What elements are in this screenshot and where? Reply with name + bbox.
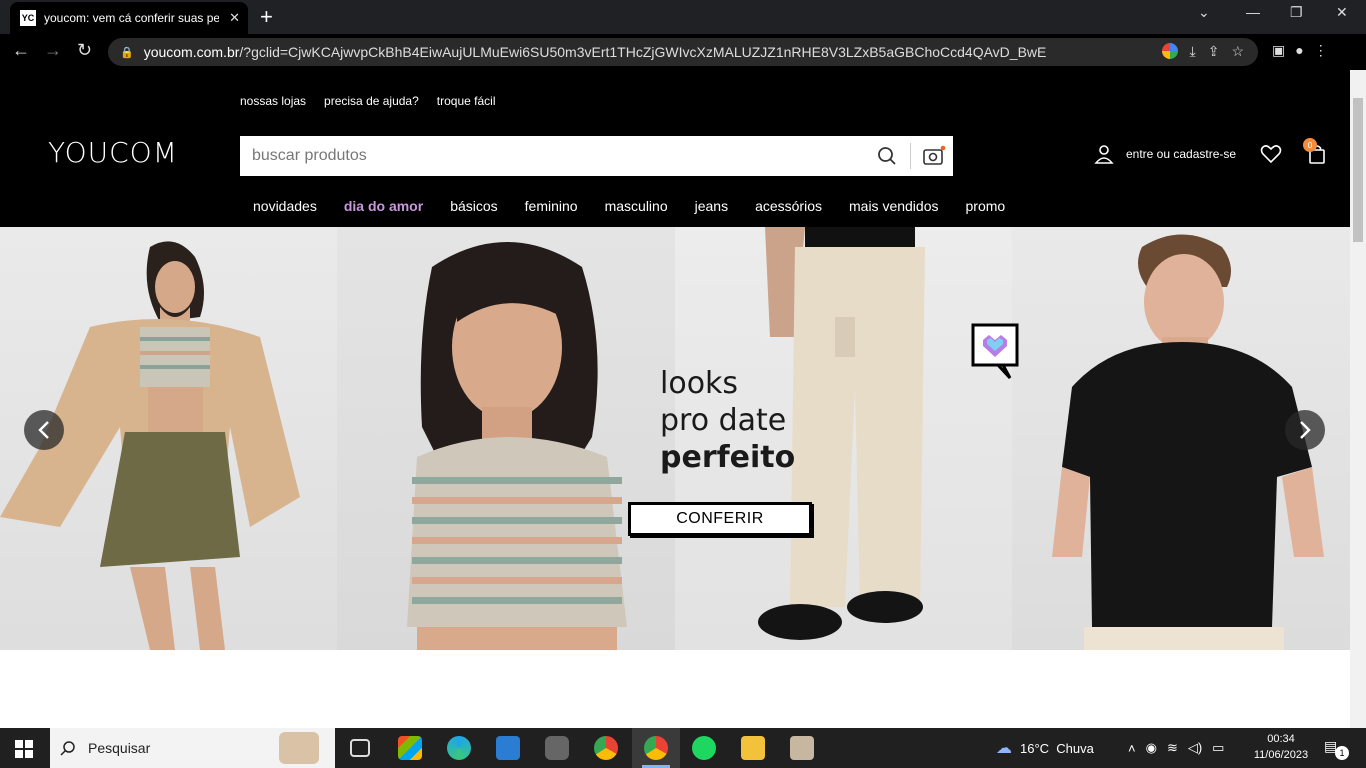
- category-jeans[interactable]: jeans: [695, 198, 728, 214]
- youcom-logo[interactable]: YOUCOM: [48, 136, 178, 169]
- account-link[interactable]: entre ou cadastre-se: [1126, 147, 1236, 161]
- site-favicon: YC: [20, 10, 36, 26]
- conferir-button[interactable]: CONFERIR: [628, 502, 812, 536]
- task-view-icon[interactable]: [350, 739, 370, 757]
- mail-icon[interactable]: [496, 736, 520, 760]
- chevron-right-icon: [1300, 421, 1311, 439]
- category-feminino[interactable]: feminino: [525, 198, 578, 214]
- edge-icon[interactable]: [447, 736, 471, 760]
- url-path: /?gclid=CjwKCAjwvpCkBhB4EiwAujULMuEwi6SU…: [239, 44, 1047, 60]
- volume-icon[interactable]: ◁): [1188, 740, 1202, 756]
- system-tray: ˄ ◉ ≋ ◁) ▭: [1128, 728, 1224, 768]
- chrome-icon[interactable]: [594, 736, 618, 760]
- search-bar: [240, 136, 953, 176]
- browser-menu-icon[interactable]: ⋮: [1314, 42, 1328, 59]
- category-acessorios[interactable]: acessórios: [755, 198, 822, 214]
- search-icon: [60, 741, 75, 756]
- category-dia-do-amor[interactable]: dia do amor: [344, 198, 423, 214]
- visual-search-camera-icon[interactable]: [915, 145, 953, 167]
- carousel-next-button[interactable]: [1285, 410, 1325, 450]
- weather-text: 16°C Chuva: [1020, 740, 1094, 756]
- taskbar-search-label: Pesquisar: [88, 740, 151, 756]
- lock-icon[interactable]: 🔒: [120, 46, 134, 59]
- battery-icon[interactable]: ▭: [1212, 740, 1224, 756]
- close-tab-icon[interactable]: ✕: [229, 10, 240, 26]
- close-window-icon[interactable]: ✕: [1336, 4, 1348, 21]
- clock-time: 00:34: [1267, 733, 1295, 745]
- clock-date: 11/06/2023: [1253, 749, 1309, 761]
- nav-link-help[interactable]: precisa de ajuda?: [324, 94, 419, 108]
- bookmark-star-icon[interactable]: ☆: [1231, 43, 1244, 60]
- back-icon[interactable]: ←: [12, 40, 30, 61]
- category-mais-vendidos[interactable]: mais vendidos: [849, 198, 939, 214]
- forward-icon[interactable]: →: [44, 40, 62, 61]
- chevron-up-icon[interactable]: ˄: [1128, 741, 1136, 756]
- carousel-prev-button[interactable]: [24, 410, 64, 450]
- share-icon[interactable]: ⇪: [1208, 43, 1220, 60]
- category-masculino[interactable]: masculino: [605, 198, 668, 214]
- url-text: youcom.com.br/?gclid=CjwKCAjwvpCkBhB4Eiw…: [144, 44, 1047, 60]
- side-panel-icon[interactable]: ▣: [1272, 42, 1285, 59]
- headline-line-2: pro date: [660, 403, 787, 438]
- spotify-icon[interactable]: [692, 736, 716, 760]
- headline-line-3: perfeito: [660, 440, 796, 475]
- utility-nav: nossas lojas precisa de ajuda? troque fá…: [240, 94, 495, 108]
- notification-count-badge: 1: [1335, 746, 1349, 760]
- search-input[interactable]: [240, 136, 868, 176]
- microsoft-store-icon[interactable]: [398, 736, 422, 760]
- windows-start-icon[interactable]: [15, 740, 33, 758]
- model-photo-2: [337, 227, 675, 650]
- restore-icon[interactable]: ❐: [1290, 4, 1303, 21]
- category-promo[interactable]: promo: [966, 198, 1006, 214]
- minimize-icon[interactable]: —: [1246, 4, 1260, 20]
- meet-now-icon[interactable]: ◉: [1146, 740, 1157, 756]
- browser-toolbar: ← → ↻ 🔒 youcom.com.br/?gclid=CjwKCAjwvpC…: [0, 34, 1366, 70]
- file-explorer-icon[interactable]: [741, 736, 765, 760]
- game-app-icon[interactable]: [790, 736, 814, 760]
- browser-tab-strip: YC youcom: vem cá conferir suas pe ✕ + ⌄…: [0, 0, 1366, 34]
- headline-line-1: looks: [660, 366, 739, 401]
- scrollbar-thumb[interactable]: [1353, 98, 1363, 242]
- new-tab-icon[interactable]: +: [260, 4, 273, 30]
- category-nav: novidades dia do amor básicos feminino m…: [253, 198, 1005, 214]
- wishlist-heart-icon[interactable]: [1260, 144, 1282, 164]
- wifi-icon[interactable]: ≋: [1167, 740, 1178, 756]
- install-icon[interactable]: ⤓: [1190, 43, 1196, 60]
- weather-widget[interactable]: ☁ 16°C Chuva: [996, 728, 1094, 768]
- address-bar[interactable]: 🔒 youcom.com.br/?gclid=CjwKCAjwvpCkBhB4E…: [108, 38, 1258, 66]
- nav-link-exchange[interactable]: troque fácil: [437, 94, 496, 108]
- windows-taskbar: Pesquisar ☁ 16°C Chuva ˄ ◉ ≋ ◁) ▭ 00:34 …: [0, 728, 1366, 768]
- tab-title: youcom: vem cá conferir suas pe: [44, 11, 219, 25]
- site-header: nossas lojas precisa de ajuda? troque fá…: [0, 70, 1350, 227]
- hero-banner[interactable]: looks pro date perfeito CONFERIR: [0, 227, 1350, 650]
- taskbar-search[interactable]: Pesquisar: [50, 728, 335, 768]
- nav-link-stores[interactable]: nossas lojas: [240, 94, 306, 108]
- search-divider: [910, 143, 911, 169]
- clock[interactable]: 00:34 11/06/2023: [1252, 731, 1310, 763]
- category-novidades[interactable]: novidades: [253, 198, 317, 214]
- chevron-left-icon: [38, 421, 49, 439]
- account-area: entre ou cadastre-se: [1094, 144, 1326, 164]
- active-chrome-slot[interactable]: [632, 728, 680, 768]
- hero-headline: looks pro date perfeito: [660, 365, 795, 476]
- page-scrollbar[interactable]: [1350, 70, 1366, 728]
- user-icon[interactable]: [1094, 144, 1114, 164]
- url-host: youcom.com.br: [143, 44, 240, 60]
- google-translate-icon[interactable]: [1161, 43, 1178, 59]
- youcom-page: nossas lojas precisa de ajuda? troque fá…: [0, 70, 1350, 728]
- profile-avatar-icon[interactable]: ●: [1295, 42, 1303, 59]
- search-icon[interactable]: [868, 146, 906, 166]
- cart-count-badge: 0: [1303, 138, 1317, 152]
- search-highlight-cat-icon: [279, 732, 319, 764]
- chrome-profile-icon: [644, 736, 668, 760]
- category-basicos[interactable]: básicos: [450, 198, 497, 214]
- camera-icon[interactable]: [545, 736, 569, 760]
- browser-tab[interactable]: YC youcom: vem cá conferir suas pe ✕: [10, 2, 248, 34]
- tab-search-icon[interactable]: ⌄: [1198, 4, 1210, 21]
- cloud-rain-icon: ☁: [996, 740, 1012, 757]
- pixel-heart-sticker-icon: [971, 323, 1019, 380]
- reload-icon[interactable]: ↻: [77, 40, 92, 61]
